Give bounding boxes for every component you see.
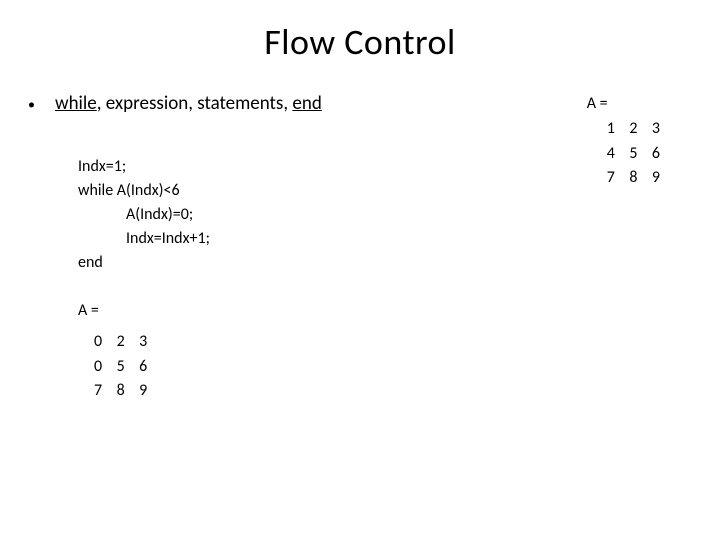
result-row-2: 0 5 6 (78, 355, 458, 380)
code-example: Indx=1; while A(Indx)<6 A(Indx)=0; Indx=… (78, 155, 458, 275)
code-line-2: while A(Indx)<6 (78, 179, 458, 203)
keyword-end: end (292, 92, 321, 115)
bullet-item: • while, expression, statements, end (28, 92, 458, 115)
bullet-sep1: , expression, statements, (97, 92, 293, 115)
input-row-2: 4 5 6 (587, 142, 660, 167)
keyword-while: while (55, 92, 97, 115)
input-matrix: A = 1 2 3 4 5 6 7 8 9 (587, 92, 660, 191)
input-row-1: 1 2 3 (587, 117, 660, 142)
bullet-marker: • (28, 96, 35, 113)
input-row-3: 7 8 9 (587, 166, 660, 191)
result-row-1: 0 2 3 (78, 330, 458, 355)
code-line-1: Indx=1; (78, 155, 458, 179)
slide-title: Flow Control (0, 0, 720, 64)
left-column: • while, expression, statements, end Ind… (28, 92, 458, 404)
result-matrix: A = 0 2 3 0 5 6 7 8 9 (78, 299, 458, 404)
code-line-3: A(Indx)=0; (78, 203, 458, 227)
result-row-3: 7 8 9 (78, 379, 458, 404)
code-line-4: Indx=Indx+1; (78, 227, 458, 251)
input-label: A = (587, 92, 660, 117)
content-area: • while, expression, statements, end Ind… (0, 84, 720, 544)
code-line-5: end (78, 251, 458, 275)
result-label: A = (78, 299, 458, 324)
bullet-text: while, expression, statements, end (55, 92, 322, 115)
